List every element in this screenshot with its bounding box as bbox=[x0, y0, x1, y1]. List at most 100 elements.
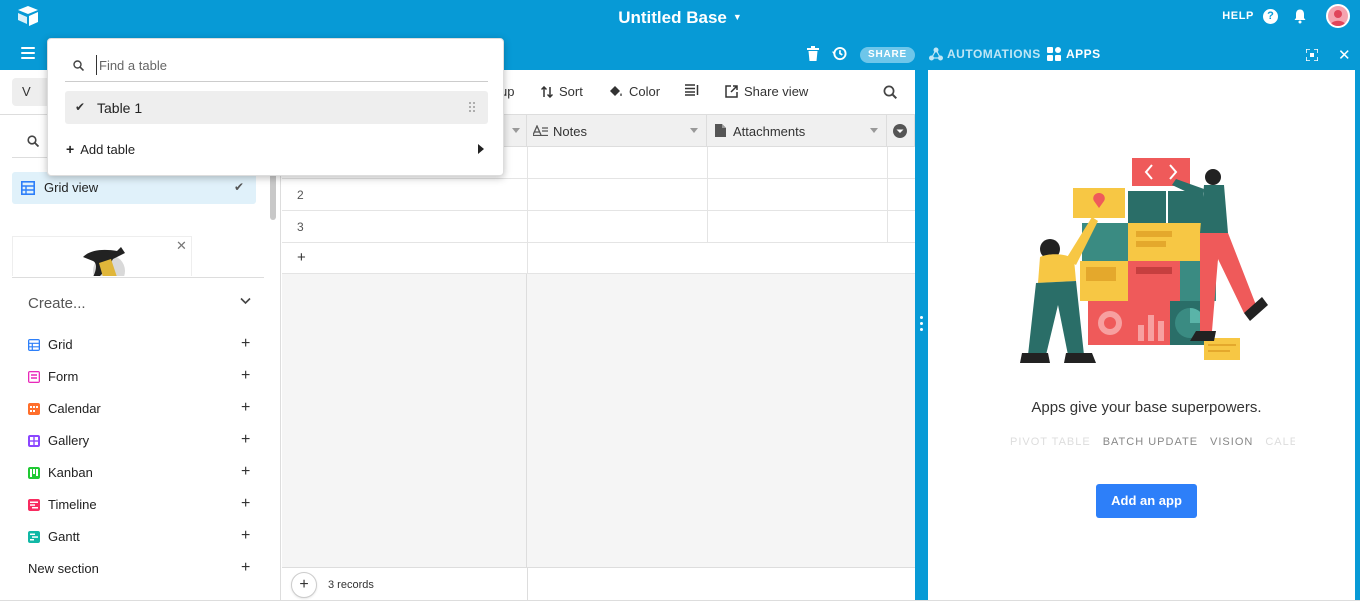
create-timeline[interactable]: Timeline + bbox=[28, 495, 254, 516]
new-section[interactable]: New section + bbox=[28, 559, 254, 580]
column-label: Notes bbox=[553, 124, 587, 139]
sort-label[interactable]: Sort bbox=[559, 84, 583, 99]
create-gantt[interactable]: Gantt + bbox=[28, 527, 254, 548]
table-item-label[interactable]: Table 1 bbox=[97, 100, 142, 116]
add-form-button[interactable]: + bbox=[241, 367, 250, 385]
promo-close-icon[interactable]: ✕ bbox=[176, 238, 187, 254]
bell-icon[interactable] bbox=[1292, 8, 1308, 24]
create-kanban[interactable]: Kanban + bbox=[28, 463, 254, 484]
column-header-attachments[interactable]: Attachments bbox=[707, 115, 887, 147]
gantt-icon bbox=[28, 531, 40, 543]
create-item-label: Calendar bbox=[48, 401, 101, 416]
automations-button[interactable]: AUTOMATIONS bbox=[929, 47, 1041, 61]
table-row[interactable]: 2 bbox=[282, 179, 915, 211]
base-title[interactable]: Untitled Base ▼ bbox=[0, 8, 1360, 28]
timeline-icon bbox=[28, 499, 40, 511]
add-grid-button[interactable]: + bbox=[241, 335, 250, 353]
user-icon bbox=[1330, 10, 1346, 26]
sort-icon bbox=[541, 85, 553, 98]
check-icon: ✔ bbox=[75, 100, 86, 114]
add-kanban-button[interactable]: + bbox=[241, 463, 250, 481]
create-grid[interactable]: Grid + bbox=[28, 335, 254, 356]
add-app-button[interactable]: Add an app bbox=[1096, 484, 1197, 518]
drag-handle-icon[interactable] bbox=[468, 101, 476, 113]
add-table-label[interactable]: Add table bbox=[80, 142, 135, 157]
create-gallery[interactable]: Gallery + bbox=[28, 431, 254, 452]
table-row[interactable]: 3 bbox=[282, 211, 915, 243]
promo-illustration bbox=[83, 247, 125, 276]
app-tag: CALE bbox=[1265, 436, 1295, 448]
new-section-label: New section bbox=[28, 561, 99, 576]
add-timeline-button[interactable]: + bbox=[241, 495, 250, 513]
form-icon bbox=[28, 371, 40, 383]
column-menu-icon[interactable] bbox=[690, 128, 698, 133]
search-icon[interactable] bbox=[27, 135, 39, 147]
help-label[interactable]: HELP bbox=[1222, 10, 1254, 22]
add-table-button[interactable]: + Add table bbox=[66, 141, 135, 157]
hamburger-menu-icon[interactable] bbox=[21, 47, 35, 59]
long-text-icon bbox=[533, 125, 548, 136]
base-title-label[interactable]: Untitled Base bbox=[618, 8, 727, 27]
row-height-button[interactable] bbox=[685, 84, 699, 96]
table-item-table-1[interactable]: ✔ Table 1 bbox=[65, 91, 488, 124]
divider bbox=[12, 277, 264, 278]
color-button[interactable]: Color bbox=[609, 84, 660, 99]
column-menu-icon[interactable] bbox=[512, 128, 520, 133]
find-table-input[interactable] bbox=[96, 55, 476, 75]
create-calendar[interactable]: Calendar + bbox=[28, 399, 254, 420]
add-section-button[interactable]: + bbox=[241, 559, 250, 577]
share-view-button[interactable]: Share view bbox=[725, 84, 808, 99]
chevron-down-icon[interactable] bbox=[240, 297, 251, 305]
color-label[interactable]: Color bbox=[629, 84, 660, 99]
search-icon bbox=[73, 60, 84, 71]
sidebar-item-grid-view[interactable]: Grid view ✔ bbox=[12, 172, 256, 204]
create-item-label: Kanban bbox=[48, 465, 93, 480]
column-header-notes[interactable]: Notes bbox=[527, 115, 707, 147]
grid-view: Notes Attachments 2 3 + + 3 records bbox=[282, 115, 915, 601]
add-row[interactable]: + bbox=[282, 243, 915, 274]
share-button[interactable]: SHARE bbox=[860, 47, 915, 63]
apps-icon bbox=[1047, 47, 1061, 61]
expand-icon[interactable] bbox=[1306, 49, 1318, 61]
caret-down-icon[interactable]: ▼ bbox=[733, 12, 742, 22]
apps-label[interactable]: APPS bbox=[1066, 47, 1101, 61]
trash-icon[interactable] bbox=[807, 46, 819, 61]
help-icon[interactable]: ? bbox=[1263, 9, 1278, 24]
apps-headline: Apps give your base superpowers. bbox=[1031, 399, 1262, 416]
column-menu-icon[interactable] bbox=[870, 128, 878, 133]
submenu-arrow-icon[interactable] bbox=[478, 144, 484, 154]
promo-card[interactable] bbox=[12, 236, 192, 276]
search-icon[interactable] bbox=[883, 85, 897, 99]
close-apps-icon[interactable]: ✕ bbox=[1338, 46, 1351, 64]
create-section-header[interactable]: Create... bbox=[28, 295, 86, 312]
attachment-icon bbox=[715, 124, 726, 137]
add-field-button[interactable] bbox=[887, 115, 915, 147]
sort-button[interactable]: Sort bbox=[541, 84, 583, 99]
calendar-icon bbox=[28, 403, 40, 415]
column-label: Attachments bbox=[733, 124, 806, 139]
app-tag: PIVOT TABLE bbox=[1010, 436, 1091, 448]
add-gantt-button[interactable]: + bbox=[241, 527, 250, 545]
views-toggle-button[interactable]: V bbox=[12, 78, 52, 106]
create-item-label: Gantt bbox=[48, 529, 80, 544]
resize-handle-icon[interactable] bbox=[920, 316, 923, 332]
create-item-label: Form bbox=[48, 369, 79, 384]
add-calendar-button[interactable]: + bbox=[241, 399, 250, 417]
table-switcher-dropdown: ✔ Table 1 + Add table bbox=[47, 38, 504, 176]
share-view-label[interactable]: Share view bbox=[744, 84, 808, 99]
history-icon[interactable] bbox=[832, 46, 847, 61]
apps-button[interactable]: APPS bbox=[1047, 47, 1101, 61]
grid-view-label: Grid view bbox=[44, 180, 99, 195]
right-frame bbox=[1355, 70, 1360, 600]
add-record-button[interactable]: + bbox=[291, 572, 317, 598]
create-item-label: Grid bbox=[48, 337, 73, 352]
user-avatar[interactable] bbox=[1326, 4, 1350, 28]
chevron-down-circle-icon[interactable] bbox=[893, 124, 907, 138]
add-gallery-button[interactable]: + bbox=[241, 431, 250, 449]
automations-icon bbox=[929, 47, 943, 61]
add-row-button[interactable]: + bbox=[297, 249, 306, 266]
create-form[interactable]: Form + bbox=[28, 367, 254, 388]
views-toggle-label[interactable]: V bbox=[22, 84, 31, 99]
create-item-label: Gallery bbox=[48, 433, 90, 448]
automations-label[interactable]: AUTOMATIONS bbox=[947, 47, 1041, 61]
